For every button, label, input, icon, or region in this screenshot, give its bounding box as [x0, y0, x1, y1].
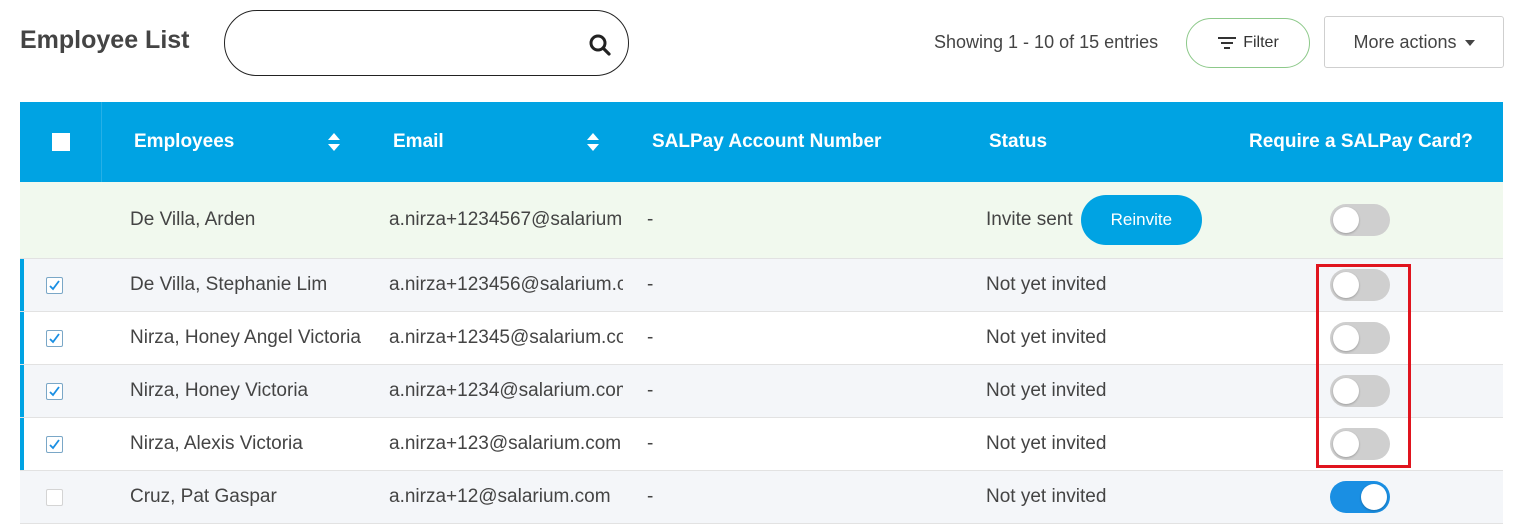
account-number: - — [647, 327, 654, 348]
require-card-toggle[interactable] — [1330, 322, 1390, 354]
check-icon — [49, 279, 60, 290]
employee-email: a.nirza+12@salarium.com — [389, 486, 611, 507]
status-text: Not yet invited — [986, 327, 1107, 348]
employee-email: a.nirza+1234567@salarium.com — [389, 209, 623, 230]
checkbox-cell — [46, 471, 66, 523]
column-header-status: Status — [989, 131, 1048, 152]
toggle-cell — [1330, 471, 1390, 523]
search-box[interactable] — [224, 10, 629, 76]
employee-name: De Villa, Arden — [130, 209, 256, 230]
employee-email: a.nirza+12345@salarium.com — [389, 327, 623, 348]
filter-button-label: Filter — [1243, 34, 1279, 51]
checkbox-cell — [46, 418, 66, 470]
row-checkbox[interactable] — [46, 488, 63, 506]
status-cell: Invite sent Reinvite — [986, 182, 1216, 258]
account-number: - — [647, 209, 654, 230]
column-header-require-card: Require a SALPay Card? — [1249, 131, 1473, 152]
select-all-checkbox[interactable] — [51, 133, 70, 151]
column-header-account-number: SALPay Account Number — [652, 131, 882, 152]
caret-down-icon — [1464, 40, 1475, 46]
employee-name: De Villa, Stephanie Lim — [130, 274, 328, 295]
search-input[interactable] — [249, 27, 579, 59]
require-card-toggle[interactable] — [1330, 428, 1390, 460]
employee-name: Cruz, Pat Gaspar — [130, 486, 277, 507]
status-text: Invite sent — [986, 209, 1073, 230]
sort-email-icon[interactable] — [586, 132, 600, 152]
require-card-toggle[interactable] — [1330, 204, 1390, 236]
reinvite-button[interactable]: Reinvite — [1080, 195, 1203, 245]
employee-name: Nirza, Honey Victoria — [130, 380, 309, 401]
table-row: De Villa, Stephanie Lim a.nirza+123456@s… — [20, 259, 1503, 312]
require-card-toggle[interactable] — [1330, 269, 1390, 301]
sort-employees-icon[interactable] — [327, 132, 341, 152]
checkbox-cell — [46, 312, 66, 364]
table-header: Employees Email SALPay Account Number St… — [20, 102, 1503, 182]
require-card-toggle[interactable] — [1330, 481, 1390, 513]
more-actions-label: More actions — [1353, 31, 1457, 52]
filter-icon — [1218, 37, 1237, 49]
toggle-cell — [1330, 312, 1390, 364]
check-icon — [49, 385, 60, 396]
status-text: Not yet invited — [986, 433, 1107, 454]
toggle-cell — [1330, 365, 1390, 417]
status-text: Not yet invited — [986, 274, 1107, 295]
account-number: - — [647, 274, 654, 295]
employee-table: Employees Email SALPay Account Number St… — [20, 102, 1503, 524]
column-header-employees[interactable]: Employees — [134, 102, 234, 182]
filter-button[interactable]: Filter — [1186, 18, 1310, 68]
employee-email: a.nirza+123456@salarium.com — [389, 274, 623, 295]
page-title: Employee List — [20, 26, 190, 54]
employee-name: Nirza, Alexis Victoria — [130, 433, 303, 454]
toggle-cell — [1330, 418, 1390, 470]
account-number: - — [647, 380, 654, 401]
table-row: De Villa, Arden a.nirza+1234567@salarium… — [20, 182, 1503, 259]
checkbox-cell — [46, 259, 66, 311]
table-row: Nirza, Honey Victoria a.nirza+1234@salar… — [20, 365, 1503, 418]
check-icon — [49, 332, 60, 343]
account-number: - — [647, 486, 654, 507]
employee-email: a.nirza+123@salarium.com — [389, 433, 622, 454]
entries-count: Showing 1 - 10 of 15 entries — [934, 32, 1159, 52]
check-icon — [49, 438, 60, 449]
table-row: Nirza, Honey Angel Victoria a.nirza+1234… — [20, 312, 1503, 365]
toggle-cell — [1330, 259, 1390, 311]
table-row: Nirza, Alexis Victoria a.nirza+123@salar… — [20, 418, 1503, 471]
toggle-cell — [1330, 182, 1390, 258]
employee-email: a.nirza+1234@salarium.com — [389, 380, 623, 401]
search-icon[interactable] — [588, 33, 612, 57]
more-actions-button[interactable]: More actions — [1324, 16, 1504, 68]
employee-name: Nirza, Honey Angel Victoria — [130, 327, 361, 348]
column-header-email[interactable]: Email — [393, 102, 444, 182]
status-text: Not yet invited — [986, 486, 1107, 507]
row-checkbox[interactable] — [46, 329, 63, 347]
status-text: Not yet invited — [986, 380, 1107, 401]
row-checkbox[interactable] — [46, 382, 63, 400]
table-row: Cruz, Pat Gaspar a.nirza+12@salarium.com… — [20, 471, 1503, 524]
row-checkbox[interactable] — [46, 276, 63, 294]
require-card-toggle[interactable] — [1330, 375, 1390, 407]
header-checkbox-cell — [20, 102, 102, 182]
row-checkbox[interactable] — [46, 435, 63, 453]
account-number: - — [647, 433, 654, 454]
checkbox-cell — [46, 365, 66, 417]
